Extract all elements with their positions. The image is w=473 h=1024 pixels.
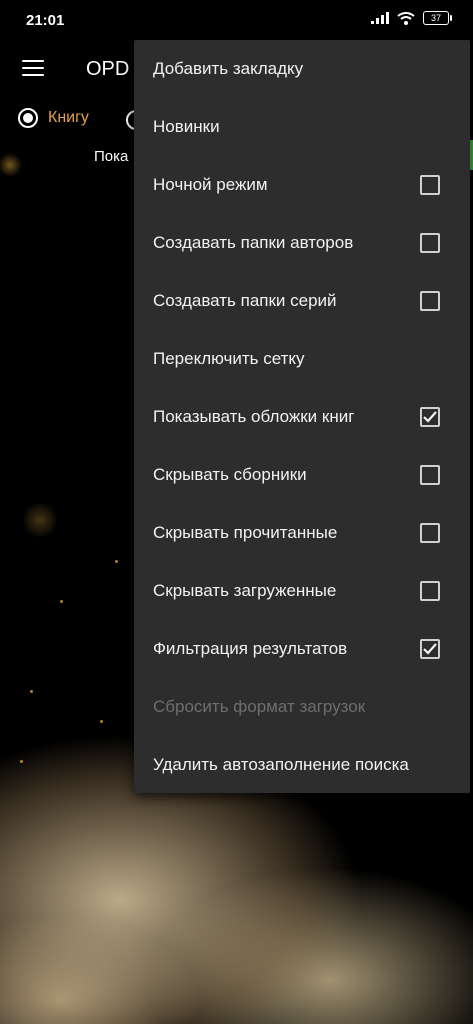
menu-item[interactable]: Создавать папки серий (134, 272, 470, 330)
menu-item[interactable]: Скрывать загруженные (134, 562, 470, 620)
menu-item[interactable]: Скрывать сборники (134, 446, 470, 504)
sparkle (20, 760, 23, 763)
menu-item-label: Создавать папки серий (153, 291, 337, 310)
checkbox-unchecked-icon[interactable] (420, 523, 440, 543)
sparkle (100, 720, 103, 723)
checkbox-unchecked-icon[interactable] (420, 175, 440, 195)
status-bar: 21:01 37 (0, 0, 473, 42)
menu-item[interactable]: Добавить закладку (134, 40, 470, 98)
menu-item-label: Показывать обложки книг (153, 407, 355, 426)
checkbox-unchecked-icon[interactable] (420, 581, 440, 601)
menu-item[interactable]: Показывать обложки книг (134, 388, 470, 446)
menu-item-label: Новинки (153, 117, 220, 136)
checkbox-checked-icon[interactable] (420, 639, 440, 659)
signal-icon (371, 12, 389, 24)
menu-item[interactable]: Переключить сетку (134, 330, 470, 388)
radio-label: Книгу (48, 109, 89, 126)
menu-item-label: Скрывать сборники (153, 465, 307, 484)
sparkle (30, 690, 33, 693)
status-time: 21:01 (26, 12, 65, 29)
search-type-book-option[interactable]: Книгу (18, 108, 89, 128)
menu-item[interactable]: Новинки (134, 98, 470, 156)
radio-selected-icon[interactable] (18, 108, 38, 128)
menu-item[interactable]: Удалить автозаполнение поиска (134, 736, 470, 794)
menu-item-label: Фильтрация результатов (153, 639, 348, 658)
menu-item-label: Создавать папки авторов (153, 233, 354, 252)
menu-item-label: Удалить автозаполнение поиска (153, 755, 409, 774)
menu-item[interactable]: Фильтрация результатов (134, 620, 470, 678)
hint-text: Пока (94, 148, 129, 165)
overflow-menu: Добавить закладку Новинки Ночной режим Созд… (134, 40, 470, 793)
menu-item: Сбросить формат загрузок (134, 678, 470, 736)
checkbox-unchecked-icon[interactable] (420, 291, 440, 311)
app-title: OPD (86, 58, 130, 80)
menu-item[interactable]: Создавать папки авторов (134, 214, 470, 272)
hamburger-menu-icon[interactable] (22, 60, 44, 76)
menu-item-label: Добавить закладку (153, 59, 304, 78)
checkbox-unchecked-icon[interactable] (420, 465, 440, 485)
sparkle (60, 600, 63, 603)
sparkle (115, 560, 118, 563)
wifi-icon (397, 11, 415, 25)
checkbox-unchecked-icon[interactable] (420, 233, 440, 253)
menu-item-label: Переключить сетку (153, 349, 305, 368)
menu-item-label: Сбросить формат загрузок (153, 697, 366, 716)
menu-item[interactable]: Ночной режим (134, 156, 470, 214)
checkbox-checked-icon[interactable] (420, 407, 440, 427)
battery-icon: 37 (423, 11, 452, 25)
menu-item-label: Ночной режим (153, 175, 268, 194)
menu-item-label: Скрывать загруженные (153, 581, 337, 600)
status-icons: 37 (371, 11, 452, 25)
menu-item[interactable]: Скрывать прочитанные (134, 504, 470, 562)
menu-item-label: Скрывать прочитанные (153, 523, 338, 542)
